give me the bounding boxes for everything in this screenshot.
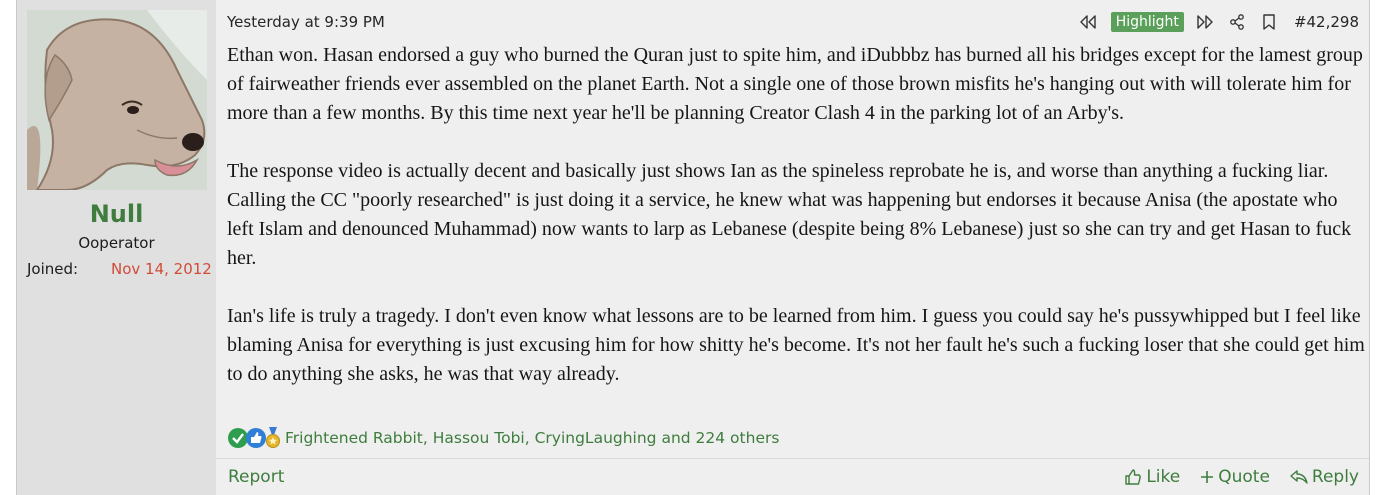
post-paragraph: The response video is actually decent an… [227,160,1352,269]
user-title: Ooperator [78,234,155,252]
user-column: Null Ooperator Joined: Nov 14, 2012 [17,0,216,495]
reaction-separator: , [524,429,535,447]
rewind-icon[interactable] [1077,11,1099,33]
avatar[interactable] [27,10,207,190]
post-number[interactable]: #42,298 [1294,13,1359,31]
report-link[interactable]: Report [228,467,284,487]
thumbs-up-reaction-icon [246,428,266,448]
post-paragraph: Ian's life is truly a tragedy. I don't e… [227,305,1365,385]
post-timestamp[interactable]: Yesterday at 9:39 PM [227,13,385,31]
post-actions: Highlight #42,298 [1067,10,1359,34]
post-container: Null Ooperator Joined: Nov 14, 2012 Yest… [16,0,1370,495]
reaction-user-link[interactable]: Frightened Rabbit [285,429,423,447]
post-footer: Report Like Quote Reply [216,458,1369,495]
fast-forward-icon[interactable] [1194,11,1216,33]
reply-arrow-icon [1290,470,1308,484]
quote-button[interactable]: Quote [1200,467,1270,487]
reply-label: Reply [1311,467,1359,487]
bookmark-icon[interactable] [1258,11,1280,33]
post-body: Ethan won. Hasan endorsed a guy who burn… [227,41,1367,389]
footer-actions: Like Quote Reply [1104,467,1359,487]
dog-avatar-image [27,10,207,190]
like-button[interactable]: Like [1124,467,1180,487]
like-label: Like [1146,467,1181,487]
share-icon[interactable] [1226,11,1248,33]
reply-button[interactable]: Reply [1290,467,1359,487]
reaction-user-link[interactable]: CryingLaughing [535,429,657,447]
reaction-others-link[interactable]: and 224 others [657,429,779,447]
thumbs-up-icon [1125,469,1142,485]
highlight-badge[interactable]: Highlight [1110,12,1184,32]
post-paragraph: Ethan won. Hasan endorsed a guy who burn… [227,44,1363,124]
reaction-icons[interactable] [227,427,281,449]
reaction-user-link[interactable]: Hassou Tobi [433,429,525,447]
reaction-separator: , [422,429,433,447]
reactions-bar: Frightened Rabbit, Hassou Tobi, CryingLa… [227,427,779,449]
joined-label: Joined: [27,260,79,278]
quote-label: Quote [1218,467,1270,487]
reactions-summary: Frightened Rabbit, Hassou Tobi, CryingLa… [285,429,779,447]
joined-date: Nov 14, 2012 [111,260,212,278]
plus-icon [1201,471,1214,483]
post-main: Yesterday at 9:39 PM Highlight #42,298 E… [216,0,1369,495]
username[interactable]: Null [17,200,216,228]
medal-reaction-icon [266,427,280,448]
